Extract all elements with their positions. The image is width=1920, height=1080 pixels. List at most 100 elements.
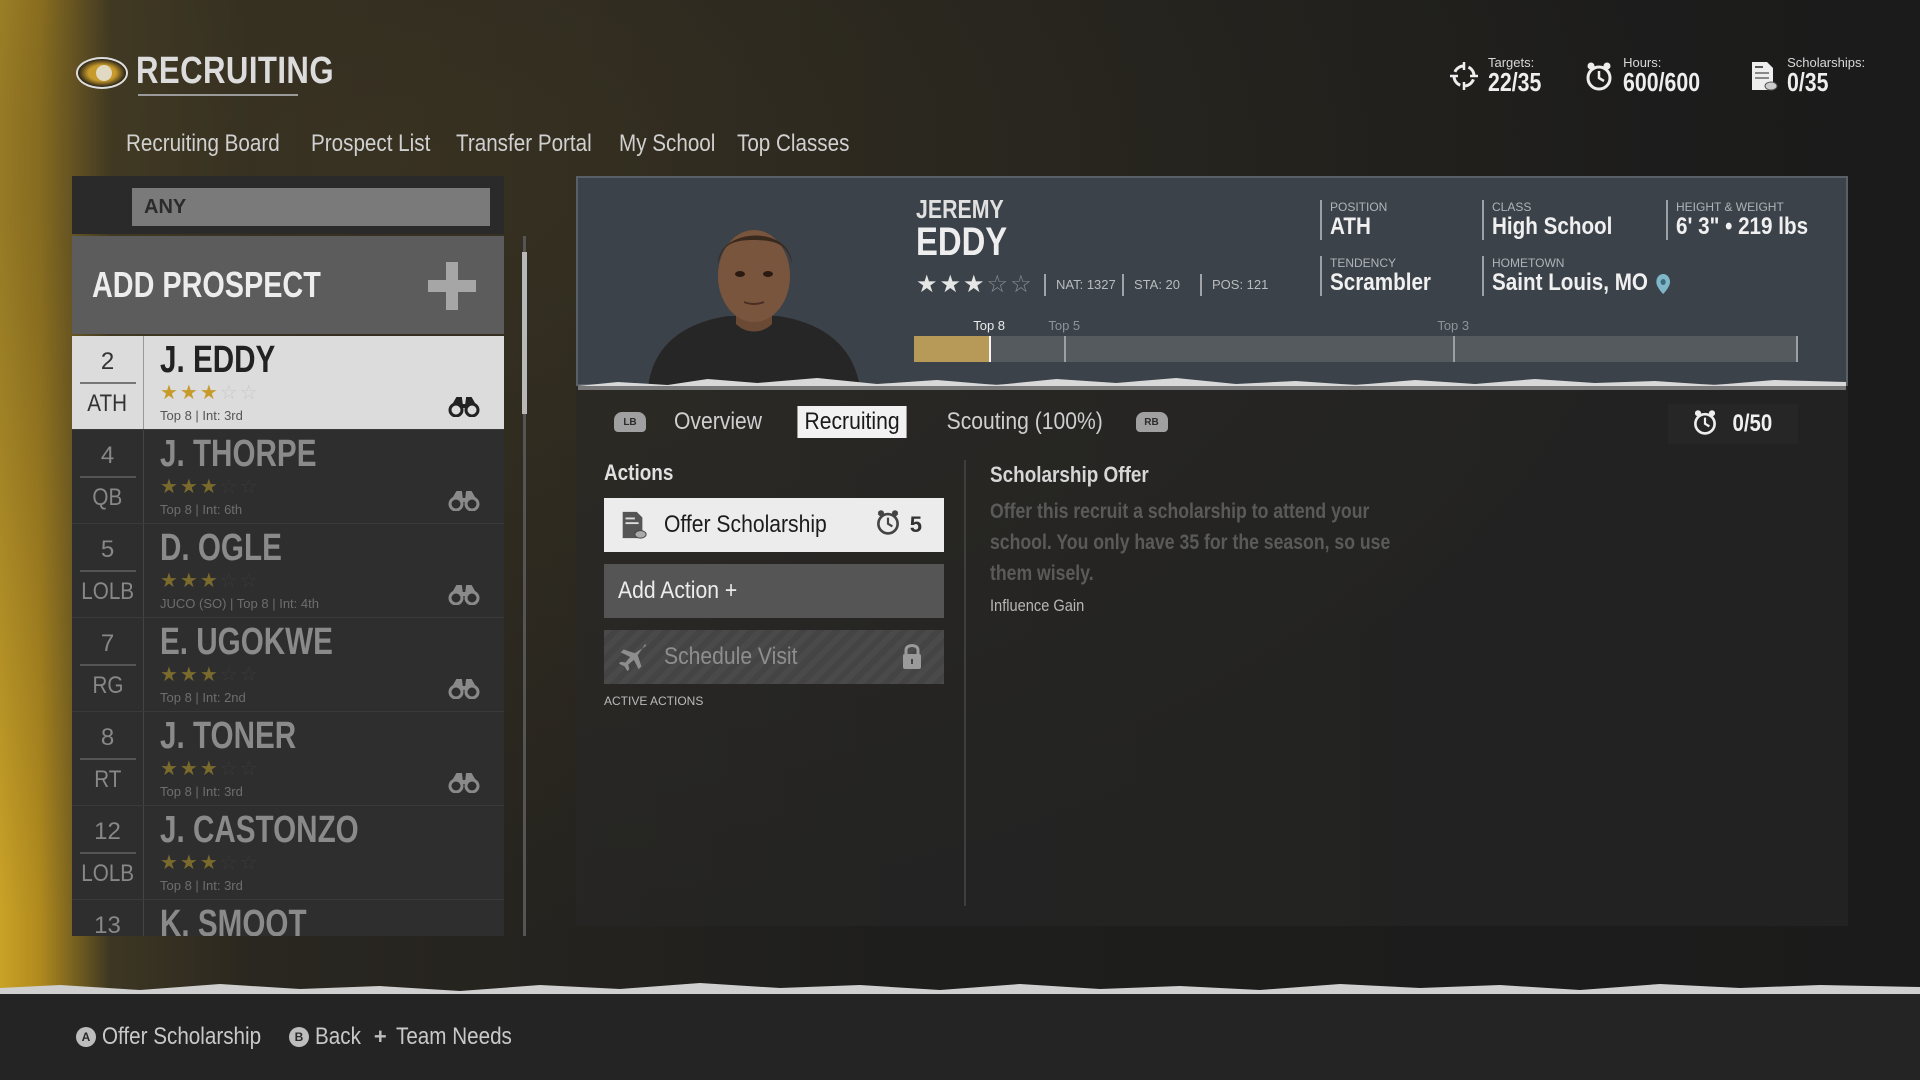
progress-tick [1064, 336, 1067, 362]
prospect-rank: 8 RT [72, 712, 144, 805]
player-nat-rank: NAT: 1327 [1044, 274, 1116, 296]
filter-bar: ANY [72, 176, 504, 234]
prospect-row[interactable]: 12 LOLB J. CASTONZO ★★★☆☆ Top 8 | Int: 3… [72, 806, 504, 900]
attr-hometown-label: HOMETOWN [1492, 256, 1565, 270]
prospect-row[interactable]: 8 RT J. TONER ★★★☆☆ Top 8 | Int: 3rd [72, 712, 504, 806]
prospect-rank-number: 13 [94, 911, 121, 937]
scholarships-value: 0/35 [1787, 67, 1829, 97]
document-handshake-icon [1747, 60, 1779, 92]
progress-tick [989, 336, 992, 362]
dpad-icon: + [373, 1024, 387, 1049]
attr-hw-label: HEIGHT & WEIGHT [1676, 200, 1784, 214]
add-prospect-label: ADD PROSPECT [92, 264, 321, 305]
hint-back[interactable]: B Back [288, 1023, 361, 1051]
nav-my-school[interactable]: My School [619, 130, 715, 158]
position-filter-dropdown[interactable]: ANY [132, 188, 490, 226]
scrollbar-thumb[interactable] [522, 252, 527, 414]
attr-hw-value: 6' 3" • 219 lbs [1676, 213, 1809, 240]
button-hints: A Offer Scholarship B Back + Team Needs [76, 1023, 512, 1051]
actions-heading: Actions [604, 460, 674, 485]
prospect-rank: 7 RG [72, 618, 144, 711]
hint-label: Back [314, 1023, 361, 1050]
hint-label: Offer Scholarship [102, 1023, 262, 1050]
crosshair-icon [1448, 60, 1480, 92]
detail-description: Offer this recruit a scholarship to atte… [990, 500, 1391, 585]
attr-hometown-value: Saint Louis, MO [1492, 269, 1648, 296]
player-last-name: EDDY [916, 220, 1008, 264]
hint-team-needs[interactable]: + Team Needs [370, 1023, 512, 1051]
prospect-position: RT [93, 765, 122, 793]
prospect-position: QB [92, 483, 123, 511]
nav-recruiting-board[interactable]: Recruiting Board [126, 130, 280, 158]
prospect-row[interactable]: 7 RG E. UGOKWE ★★★☆☆ Top 8 | Int: 2nd [72, 618, 504, 712]
top-nav: Recruiting Board Prospect List Transfer … [126, 130, 850, 158]
prospect-row[interactable]: 5 LOLB D. OGLE ★★★☆☆ JUCO (SO) | Top 8 |… [72, 524, 504, 618]
active-actions-label: ACTIVE ACTIONS [604, 694, 704, 708]
rb-bumper-icon[interactable]: RB [1135, 412, 1168, 432]
binoculars-icon[interactable] [448, 773, 480, 794]
binoculars-icon[interactable] [448, 397, 480, 418]
progress-tick-end [1796, 336, 1798, 362]
progress-tick-label: Top 5 [1048, 318, 1081, 333]
player-sta-rank: STA: 20 [1122, 274, 1180, 296]
prospect-name: J. CASTONZO [160, 809, 359, 851]
nav-top-classes[interactable]: Top Classes [737, 130, 849, 158]
prospect-name: J. TONER [160, 715, 297, 757]
prospect-name: K. SMOOT [160, 903, 307, 936]
player-portrait [638, 202, 868, 388]
plus-icon [428, 262, 476, 310]
prospect-list-scrollbar[interactable] [522, 236, 527, 936]
hint-offer-scholarship[interactable]: A Offer Scholarship [76, 1023, 267, 1051]
lock-icon [902, 642, 922, 670]
tab-recruiting[interactable]: Recruiting [797, 406, 907, 438]
detail-influence-gain: Influence Gain [990, 596, 1085, 615]
offer-cost: 5 [874, 508, 922, 541]
prospect-row[interactable]: 2 ATH J. EDDY ★★★☆☆ Top 8 | Int: 3rd [72, 336, 504, 430]
detail-tabs: LB Overview Recruiting Scouting (100%) R… [614, 406, 1168, 438]
attr-height-weight: HEIGHT & WEIGHT 6' 3" • 219 lbs [1666, 200, 1830, 240]
weekly-hours-used: 0/50 [1668, 404, 1798, 444]
tab-overview[interactable]: Overview [667, 406, 769, 438]
add-action-button[interactable]: Add Action + [604, 564, 944, 618]
attr-class-label: CLASS [1492, 200, 1532, 214]
progress-tick-label: Top 3 [1437, 318, 1470, 333]
b-button-icon: B [288, 1027, 309, 1047]
binoculars-icon[interactable] [448, 585, 480, 606]
prospect-position: LOLB [81, 859, 134, 887]
alarm-clock-icon [874, 508, 902, 541]
prospect-rank-number: 4 [100, 441, 115, 469]
binoculars-icon[interactable] [448, 491, 480, 512]
tab-scouting[interactable]: Scouting (100%) [940, 406, 1110, 438]
lb-bumper-icon[interactable]: LB [614, 412, 646, 432]
add-action-label: Add Action + [618, 577, 738, 604]
prospect-rank-number: 5 [100, 535, 115, 563]
prospect-position: LOLB [81, 577, 134, 605]
attr-class: CLASS High School [1482, 200, 1632, 240]
stat-scholarships: Scholarships: 0/35 [1747, 56, 1865, 95]
prospect-row[interactable]: 13 K. SMOOT ★★★☆☆ [72, 900, 504, 936]
panel-divider [964, 460, 966, 906]
hours-used-value: 0/50 [1732, 410, 1772, 437]
schedule-visit-button[interactable]: Schedule Visit [604, 630, 944, 684]
attr-position-label: POSITION [1330, 200, 1388, 214]
prospect-position: RG [92, 671, 123, 699]
prospect-rank: 4 QB [72, 430, 144, 523]
add-prospect-button[interactable]: ADD PROSPECT [72, 236, 504, 334]
nav-transfer-portal[interactable]: Transfer Portal [456, 130, 592, 158]
tiger-logo-icon [76, 57, 128, 89]
nav-prospect-list[interactable]: Prospect List [311, 130, 430, 158]
detail-title: Scholarship Offer [990, 462, 1149, 487]
player-card: JEREMY EDDY ★★★☆☆ NAT: 1327 STA: 20 POS:… [576, 176, 1848, 390]
prospect-rank-number: 8 [100, 723, 115, 751]
player-pos-rank: POS: 121 [1200, 274, 1268, 296]
prospect-list: 2 ATH J. EDDY ★★★☆☆ Top 8 | Int: 3rd 4 Q… [72, 336, 504, 936]
attr-tendency: TENDENCY Scrambler [1320, 256, 1447, 296]
alarm-clock-icon [1583, 60, 1615, 92]
map-pin-icon[interactable] [1656, 273, 1671, 294]
interest-progress-fill [914, 336, 990, 362]
interest-progress-bar [914, 336, 1798, 362]
binoculars-icon[interactable] [448, 679, 480, 700]
stat-targets: Targets: 22/35 [1448, 56, 1553, 95]
prospect-row[interactable]: 4 QB J. THORPE ★★★☆☆ Top 8 | Int: 6th [72, 430, 504, 524]
offer-scholarship-button[interactable]: Offer Scholarship 5 [604, 498, 944, 552]
